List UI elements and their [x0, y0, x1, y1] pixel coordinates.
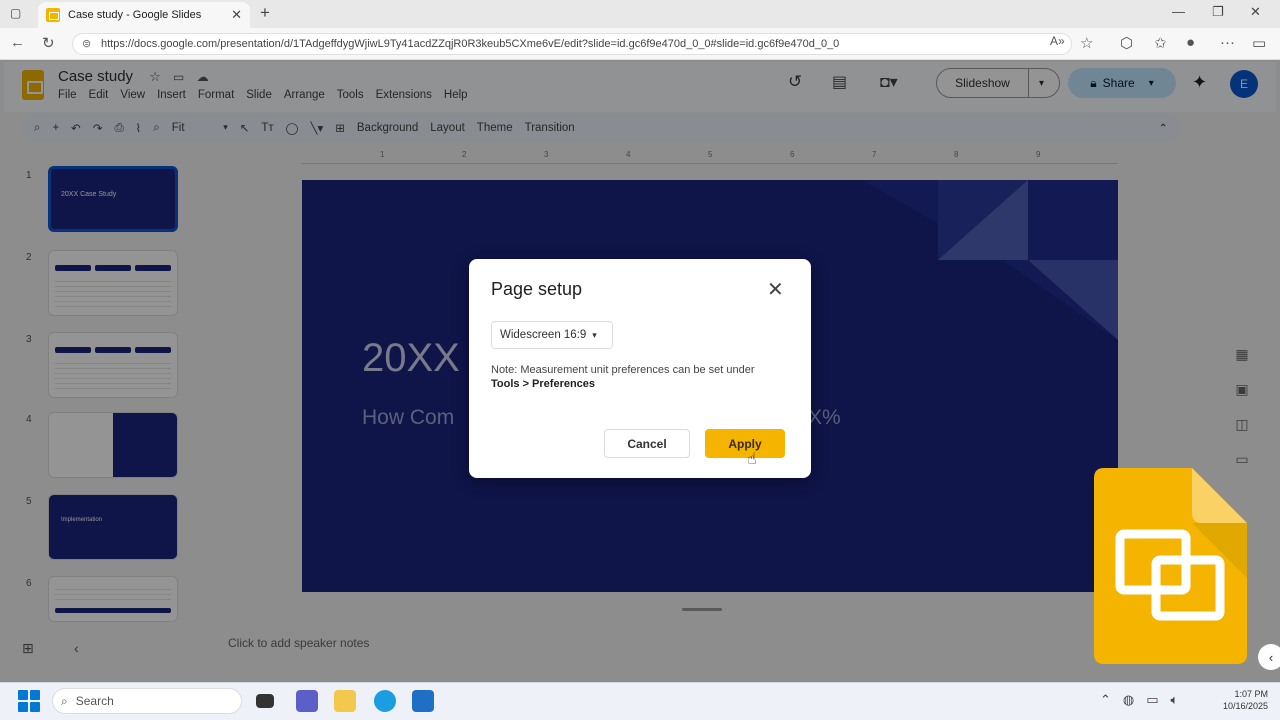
- cancel-button[interactable]: Cancel: [604, 429, 690, 458]
- copilot-sidebar-icon[interactable]: ▭: [1252, 34, 1266, 52]
- back-icon[interactable]: ←: [10, 34, 25, 51]
- profile-icon[interactable]: ●: [1186, 34, 1195, 51]
- file-explorer-icon[interactable]: [334, 690, 356, 712]
- apply-button[interactable]: Apply: [705, 429, 785, 458]
- page-setup-dialog: Page setup ✕ Widescreen 16:9 ▾ Note: Mea…: [469, 259, 811, 478]
- google-slides-logo-icon: [1094, 468, 1247, 664]
- volume-muted-icon[interactable]: 🔈︎: [1171, 692, 1179, 708]
- window-close-icon[interactable]: ✕: [1250, 4, 1261, 20]
- slides-favicon-icon: [46, 8, 60, 22]
- task-view-icon[interactable]: [256, 694, 274, 708]
- page-size-select[interactable]: Widescreen 16:9 ▾: [491, 321, 613, 349]
- taskbar-search[interactable]: ⌕ Search: [52, 688, 242, 714]
- page-size-value: Widescreen 16:9: [500, 329, 587, 341]
- taskbar-clock[interactable]: 1:07 PM 10/16/2025: [1200, 688, 1268, 712]
- favorite-star-icon[interactable]: ☆: [1080, 34, 1093, 52]
- dialog-note: Note: Measurement unit preferences can b…: [491, 363, 797, 391]
- clock-time: 1:07 PM: [1234, 689, 1268, 699]
- store-icon[interactable]: [412, 690, 434, 712]
- favorites-icon[interactable]: ✩: [1154, 34, 1167, 52]
- url-field[interactable]: https://docs.google.com/presentation/d/1…: [72, 33, 1072, 55]
- reload-icon[interactable]: ↻: [42, 34, 55, 52]
- side-panel-toggle-icon[interactable]: ‹: [1258, 644, 1280, 670]
- tab-close-icon[interactable]: ✕: [231, 7, 242, 23]
- tray-chevron-up-icon[interactable]: ⌃: [1100, 692, 1111, 708]
- tab-actions-icon[interactable]: ▢: [10, 6, 21, 20]
- hand-cursor-icon: ☝︎: [747, 451, 757, 468]
- extensions-icon[interactable]: ⬡: [1120, 34, 1133, 52]
- close-icon[interactable]: ✕: [767, 279, 784, 301]
- tray-app-icon[interactable]: ◍: [1123, 692, 1134, 708]
- tab-title: Case study - Google Slides: [68, 9, 202, 21]
- browser-tab[interactable]: Case study - Google Slides ✕: [38, 2, 250, 28]
- more-menu-icon[interactable]: ···: [1220, 34, 1235, 51]
- system-tray: ⌃ ◍ ▭ 🔈︎: [1100, 692, 1178, 708]
- url-text: https://docs.google.com/presentation/d/1…: [101, 38, 840, 50]
- chevron-down-icon: ▾: [592, 329, 597, 340]
- note-text: Note: Measurement unit preferences can b…: [491, 364, 755, 376]
- search-placeholder: Search: [75, 694, 114, 708]
- read-aloud-icon[interactable]: A»: [1050, 34, 1065, 48]
- search-icon: ⌕: [61, 693, 68, 708]
- edge-browser-icon[interactable]: [374, 690, 396, 712]
- dialog-title: Page setup: [491, 279, 583, 299]
- windows-start-icon[interactable]: [18, 690, 40, 712]
- new-tab-button[interactable]: +: [260, 3, 270, 23]
- clock-date: 10/16/2025: [1222, 701, 1268, 711]
- note-bold: Tools > Preferences: [491, 378, 596, 390]
- teams-icon[interactable]: [296, 690, 318, 712]
- site-info-icon[interactable]: ⊜: [82, 37, 91, 50]
- maximize-icon[interactable]: ❐: [1212, 4, 1224, 20]
- network-icon[interactable]: ▭: [1146, 692, 1158, 708]
- minimize-icon[interactable]: —: [1172, 4, 1185, 19]
